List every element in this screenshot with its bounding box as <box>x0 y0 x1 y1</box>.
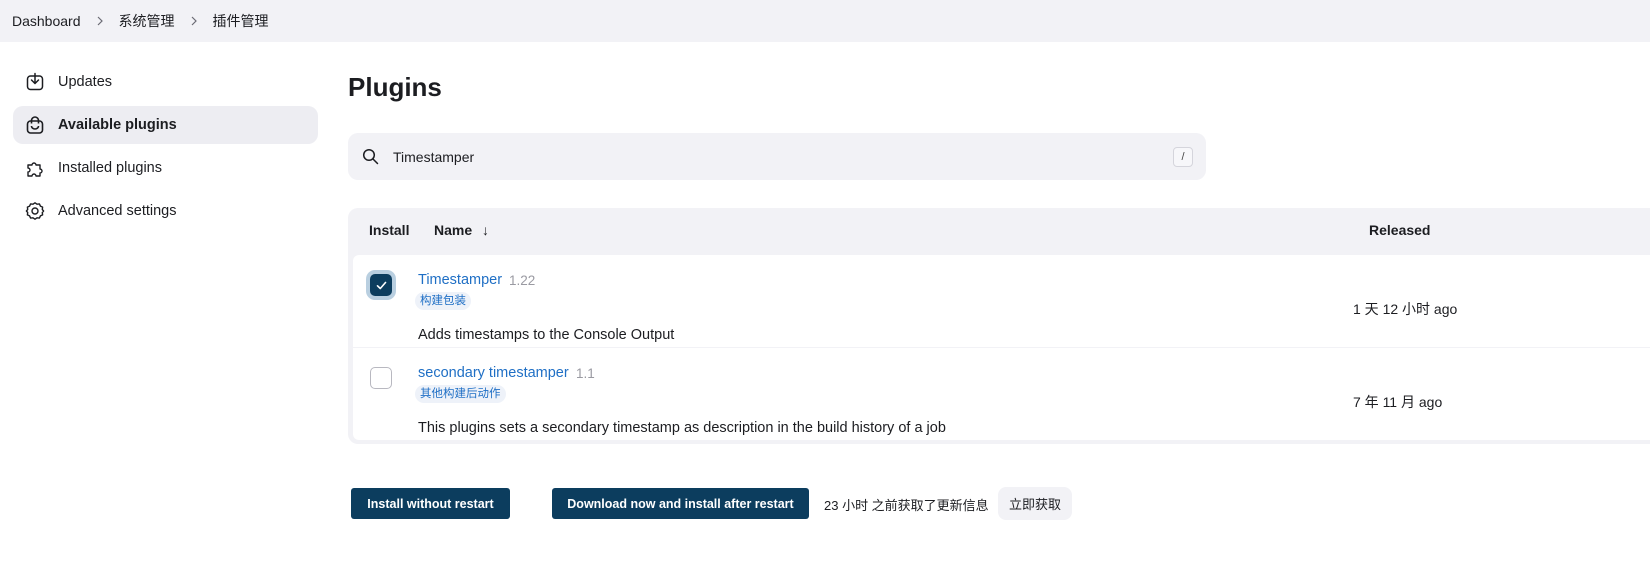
plugin-released: 1 天 12 小时 ago <box>1353 301 1458 317</box>
install-without-restart-button[interactable]: Install without restart <box>351 488 510 519</box>
column-header-released: Released <box>1369 222 1431 238</box>
sidebar: Updates Available plugins Installed plug… <box>13 63 318 235</box>
search-input[interactable] <box>393 133 1153 180</box>
breadcrumb-plugin-manager[interactable]: 插件管理 <box>213 11 269 31</box>
fetch-now-button[interactable]: 立即获取 <box>998 487 1072 520</box>
sidebar-item-label: Updates <box>58 74 113 90</box>
update-status-text: 23 小时 之前获取了更新信息 <box>824 498 989 513</box>
checkmark-icon <box>376 281 386 289</box>
install-checkbox[interactable] <box>370 274 392 296</box>
column-header-install: Install <box>369 222 410 238</box>
chevron-right-icon <box>95 16 105 26</box>
sidebar-item-advanced-settings[interactable]: Advanced settings <box>13 192 318 230</box>
sidebar-item-available-plugins[interactable]: Available plugins <box>13 106 318 144</box>
sidebar-item-installed-plugins[interactable]: Installed plugins <box>13 149 318 187</box>
plugin-search-bar: / <box>348 133 1206 180</box>
plugins-table: Install Name ↓ Released Timestamper 1.22… <box>348 208 1650 444</box>
table-row: Timestamper 1.22 构建包装 Adds timestamps to… <box>353 255 1650 347</box>
gear-icon <box>25 201 45 221</box>
plugin-category-tag[interactable]: 构建包装 <box>415 292 471 310</box>
keyboard-shortcut-hint: / <box>1173 147 1193 167</box>
breadcrumb-dashboard[interactable]: Dashboard <box>12 13 81 29</box>
breadcrumb-system-admin[interactable]: 系统管理 <box>119 11 175 31</box>
plugin-released: 7 年 11 月 ago <box>1353 394 1443 410</box>
plugin-version: 1.1 <box>576 366 595 381</box>
table-row: secondary timestamper 1.1 其他构建后动作 This p… <box>353 348 1650 440</box>
install-checkbox[interactable] <box>370 367 392 389</box>
column-header-name[interactable]: Name ↓ <box>434 222 489 238</box>
plugin-version: 1.22 <box>509 273 536 288</box>
breadcrumb: Dashboard 系统管理 插件管理 <box>0 0 1650 42</box>
sidebar-item-label: Advanced settings <box>58 203 177 219</box>
plugin-description: Adds timestamps to the Console Output <box>418 327 675 343</box>
plugin-category-tag[interactable]: 其他构建后动作 <box>415 385 506 403</box>
puzzle-icon <box>25 158 45 178</box>
plugin-name-link[interactable]: secondary timestamper <box>418 365 569 381</box>
shopping-bag-icon <box>25 115 45 135</box>
plugin-name-link[interactable]: Timestamper <box>418 272 502 288</box>
plugin-description: This plugins sets a secondary timestamp … <box>418 420 946 436</box>
page-title: Plugins <box>348 72 442 102</box>
download-install-after-restart-button[interactable]: Download now and install after restart <box>552 488 809 519</box>
download-icon <box>25 72 45 92</box>
sidebar-item-updates[interactable]: Updates <box>13 63 318 101</box>
chevron-right-icon <box>189 16 199 26</box>
sidebar-item-label: Installed plugins <box>58 160 162 176</box>
sort-arrow-icon: ↓ <box>482 222 490 238</box>
search-icon <box>362 148 379 165</box>
sidebar-item-label: Available plugins <box>58 117 177 133</box>
column-header-name-label: Name <box>434 222 473 238</box>
